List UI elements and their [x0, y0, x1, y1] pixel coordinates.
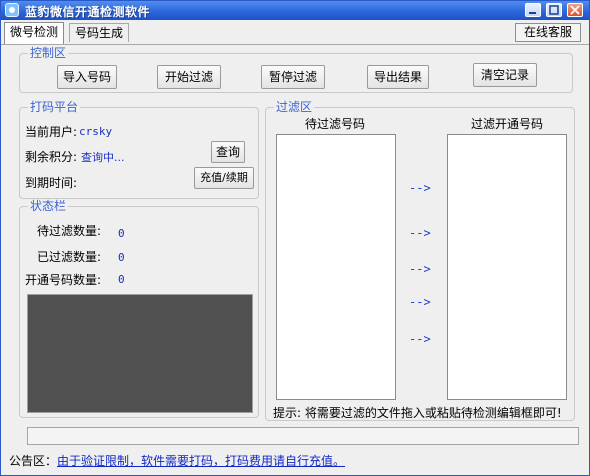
platform-panel-legend: 打码平台 [28, 100, 81, 114]
control-panel-legend: 控制区 [28, 46, 69, 60]
opened-count-value: 0 [118, 273, 125, 286]
title-bar[interactable]: 蓝豹微信开通检测软件 [1, 1, 589, 20]
minimize-button[interactable] [525, 3, 541, 17]
pause-filter-button[interactable]: 暂停过滤 [261, 65, 325, 89]
current-user-label: 当前用户: [25, 125, 78, 139]
notice-bar: 公告区：由于验证限制，软件需要打码，打码费用请自行充值。 [9, 453, 345, 469]
arrow-indicator: --> [409, 295, 431, 309]
app-icon [5, 3, 19, 17]
query-button[interactable]: 查询 [211, 141, 245, 163]
export-results-button[interactable]: 导出结果 [367, 65, 429, 89]
filtered-count-label: 已过滤数量: [37, 250, 102, 264]
close-button[interactable] [567, 3, 583, 17]
opened-numbers-header: 过滤开通号码 [471, 117, 544, 131]
opened-numbers-textbox[interactable] [447, 134, 567, 400]
status-display [27, 294, 253, 413]
start-filter-button[interactable]: 开始过滤 [157, 65, 221, 89]
pending-numbers-textbox[interactable] [276, 134, 396, 400]
import-numbers-button[interactable]: 导入号码 [57, 65, 117, 89]
pending-count-label: 待过滤数量: [37, 224, 102, 238]
points-value: 查询中... [81, 151, 125, 164]
tab-bar: 微号检测 号码生成 在线客服 [1, 20, 589, 45]
arrow-indicator: --> [409, 226, 431, 240]
filter-panel-legend: 过滤区 [274, 100, 315, 114]
status-panel-legend: 状态栏 [28, 199, 69, 213]
pending-count-value: 0 [118, 227, 125, 240]
clear-records-button[interactable]: 清空记录 [473, 63, 537, 87]
filter-hint: 提示: 将需要过滤的文件拖入或粘贴待检测编辑框即可! [273, 406, 562, 420]
notice-label: 公告区： [9, 454, 58, 468]
online-service-button[interactable]: 在线客服 [515, 23, 581, 42]
arrow-indicator: --> [409, 262, 431, 276]
minimize-icon [529, 12, 536, 14]
current-user-value: crsky [79, 125, 113, 138]
filtered-count-value: 0 [118, 251, 125, 264]
app-window: 蓝豹微信开通检测软件 微号检测 号码生成 在线客服 控制区 导入号码 开始过滤 … [0, 0, 590, 476]
progress-bar [27, 427, 579, 445]
expiry-label: 到期时间: [25, 176, 78, 190]
arrow-indicator: --> [409, 181, 431, 195]
tab-weixin-check[interactable]: 微号检测 [4, 22, 65, 44]
window-title: 蓝豹微信开通检测软件 [25, 5, 151, 19]
recharge-button[interactable]: 充值/续期 [194, 167, 254, 189]
pending-numbers-header: 待过滤号码 [305, 117, 366, 131]
opened-count-label: 开通号码数量: [25, 273, 102, 287]
maximize-icon [549, 5, 559, 15]
notice-link[interactable]: 由于验证限制，软件需要打码，打码费用请自行充值。 [57, 454, 345, 468]
maximize-button[interactable] [546, 3, 562, 17]
tab-number-generator[interactable]: 号码生成 [69, 23, 130, 42]
points-label: 剩余积分: [25, 150, 78, 164]
close-icon [570, 5, 580, 15]
arrow-indicator: --> [409, 332, 431, 346]
